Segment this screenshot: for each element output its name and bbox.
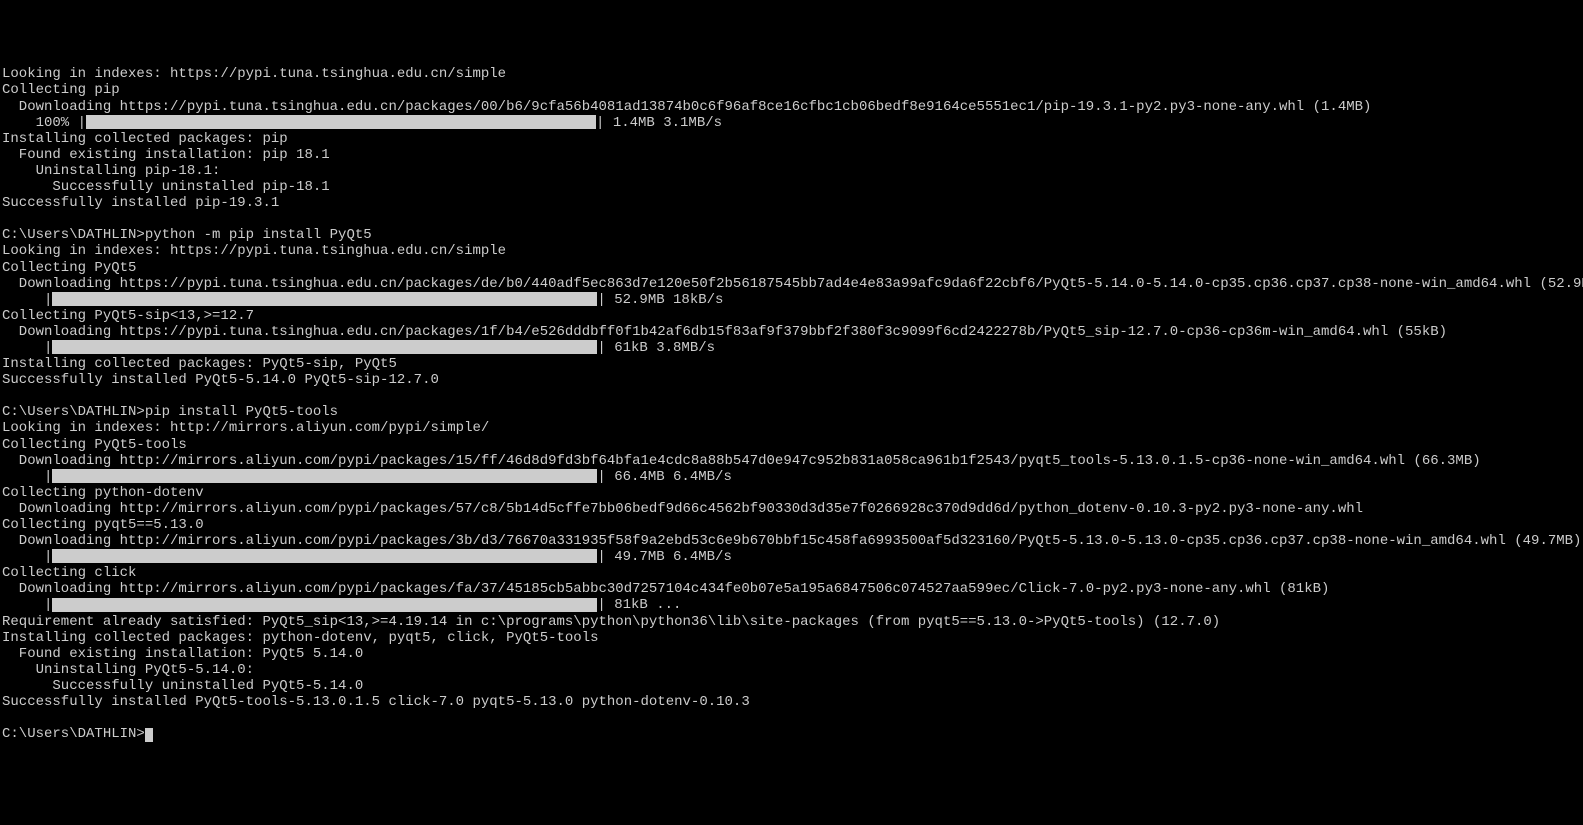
command-text: pip install PyQt5-tools xyxy=(145,404,338,420)
terminal-line: | | 61kB 3.8MB/s xyxy=(2,340,1581,356)
terminal-line: Installing collected packages: python-do… xyxy=(2,630,1581,646)
terminal-line: Downloading https://pypi.tuna.tsinghua.e… xyxy=(2,99,1581,115)
progress-bar xyxy=(52,340,597,354)
terminal-line: Looking in indexes: https://pypi.tuna.ts… xyxy=(2,243,1581,259)
terminal-line: 100% | | 1.4MB 3.1MB/s xyxy=(2,115,1581,131)
cursor[interactable] xyxy=(145,728,153,742)
terminal-line: C:\Users\DATHLIN>python -m pip install P… xyxy=(2,227,1581,243)
terminal-line: Successfully uninstalled PyQt5-5.14.0 xyxy=(2,678,1581,694)
terminal-line xyxy=(2,211,1581,227)
terminal-line: Looking in indexes: https://pypi.tuna.ts… xyxy=(2,66,1581,82)
terminal-line: Collecting PyQt5-sip<13,>=12.7 xyxy=(2,308,1581,324)
terminal-line: | | 52.9MB 18kB/s xyxy=(2,292,1581,308)
terminal-line xyxy=(2,388,1581,404)
progress-suffix: | 61kB 3.8MB/s xyxy=(597,340,715,356)
terminal-line xyxy=(2,710,1581,726)
terminal-line: Successfully installed PyQt5-tools-5.13.… xyxy=(2,694,1581,710)
command-text: python -m pip install PyQt5 xyxy=(145,227,372,243)
progress-suffix: | 52.9MB 18kB/s xyxy=(597,292,723,308)
terminal-line: Found existing installation: pip 18.1 xyxy=(2,147,1581,163)
terminal-line: Downloading http://mirrors.aliyun.com/py… xyxy=(2,501,1581,517)
terminal-line: Uninstalling PyQt5-5.14.0: xyxy=(2,662,1581,678)
terminal-line: Successfully installed pip-19.3.1 xyxy=(2,195,1581,211)
terminal-line: Collecting PyQt5 xyxy=(2,260,1581,276)
progress-suffix: | 49.7MB 6.4MB/s xyxy=(597,549,731,565)
prompt: C:\Users\DATHLIN> xyxy=(2,227,145,243)
terminal-line: Requirement already satisfied: PyQt5_sip… xyxy=(2,614,1581,630)
progress-suffix: | 81kB ... xyxy=(597,597,681,613)
progress-prefix: 100% | xyxy=(2,115,86,131)
terminal-line: Successfully installed PyQt5-5.14.0 PyQt… xyxy=(2,372,1581,388)
progress-bar xyxy=(52,598,597,612)
prompt: C:\Users\DATHLIN> xyxy=(2,404,145,420)
terminal-line: Installing collected packages: PyQt5-sip… xyxy=(2,356,1581,372)
terminal-line: | | 81kB ... xyxy=(2,597,1581,613)
progress-prefix: | xyxy=(2,549,52,565)
terminal-line: Collecting python-dotenv xyxy=(2,485,1581,501)
prompt: C:\Users\DATHLIN> xyxy=(2,726,145,742)
terminal-line: C:\Users\DATHLIN> xyxy=(2,726,1581,742)
terminal-line: Found existing installation: PyQt5 5.14.… xyxy=(2,646,1581,662)
terminal-line: Successfully uninstalled pip-18.1 xyxy=(2,179,1581,195)
terminal-line: Collecting pyqt5==5.13.0 xyxy=(2,517,1581,533)
progress-bar xyxy=(86,115,596,129)
terminal-line: Uninstalling pip-18.1: xyxy=(2,163,1581,179)
terminal-line: Looking in indexes: http://mirrors.aliyu… xyxy=(2,420,1581,436)
progress-prefix: | xyxy=(2,340,52,356)
terminal-line: Downloading http://mirrors.aliyun.com/py… xyxy=(2,453,1581,469)
terminal-line: Collecting pip xyxy=(2,82,1581,98)
progress-bar xyxy=(52,549,597,563)
terminal-line: Downloading http://mirrors.aliyun.com/py… xyxy=(2,581,1581,597)
progress-prefix: | xyxy=(2,292,52,308)
terminal-output[interactable]: Looking in indexes: https://pypi.tuna.ts… xyxy=(2,66,1581,742)
terminal-line: Collecting PyQt5-tools xyxy=(2,437,1581,453)
progress-suffix: | 1.4MB 3.1MB/s xyxy=(596,115,722,131)
terminal-line: Downloading https://pypi.tuna.tsinghua.e… xyxy=(2,324,1581,340)
terminal-line: Installing collected packages: pip xyxy=(2,131,1581,147)
progress-suffix: | 66.4MB 6.4MB/s xyxy=(597,469,731,485)
progress-prefix: | xyxy=(2,469,52,485)
terminal-line: C:\Users\DATHLIN>pip install PyQt5-tools xyxy=(2,404,1581,420)
progress-bar xyxy=(52,469,597,483)
terminal-line: | | 66.4MB 6.4MB/s xyxy=(2,469,1581,485)
terminal-line: Downloading http://mirrors.aliyun.com/py… xyxy=(2,533,1581,549)
terminal-line: | | 49.7MB 6.4MB/s xyxy=(2,549,1581,565)
progress-bar xyxy=(52,292,597,306)
progress-prefix: | xyxy=(2,597,52,613)
terminal-line: Downloading https://pypi.tuna.tsinghua.e… xyxy=(2,276,1581,292)
terminal-line: Collecting click xyxy=(2,565,1581,581)
